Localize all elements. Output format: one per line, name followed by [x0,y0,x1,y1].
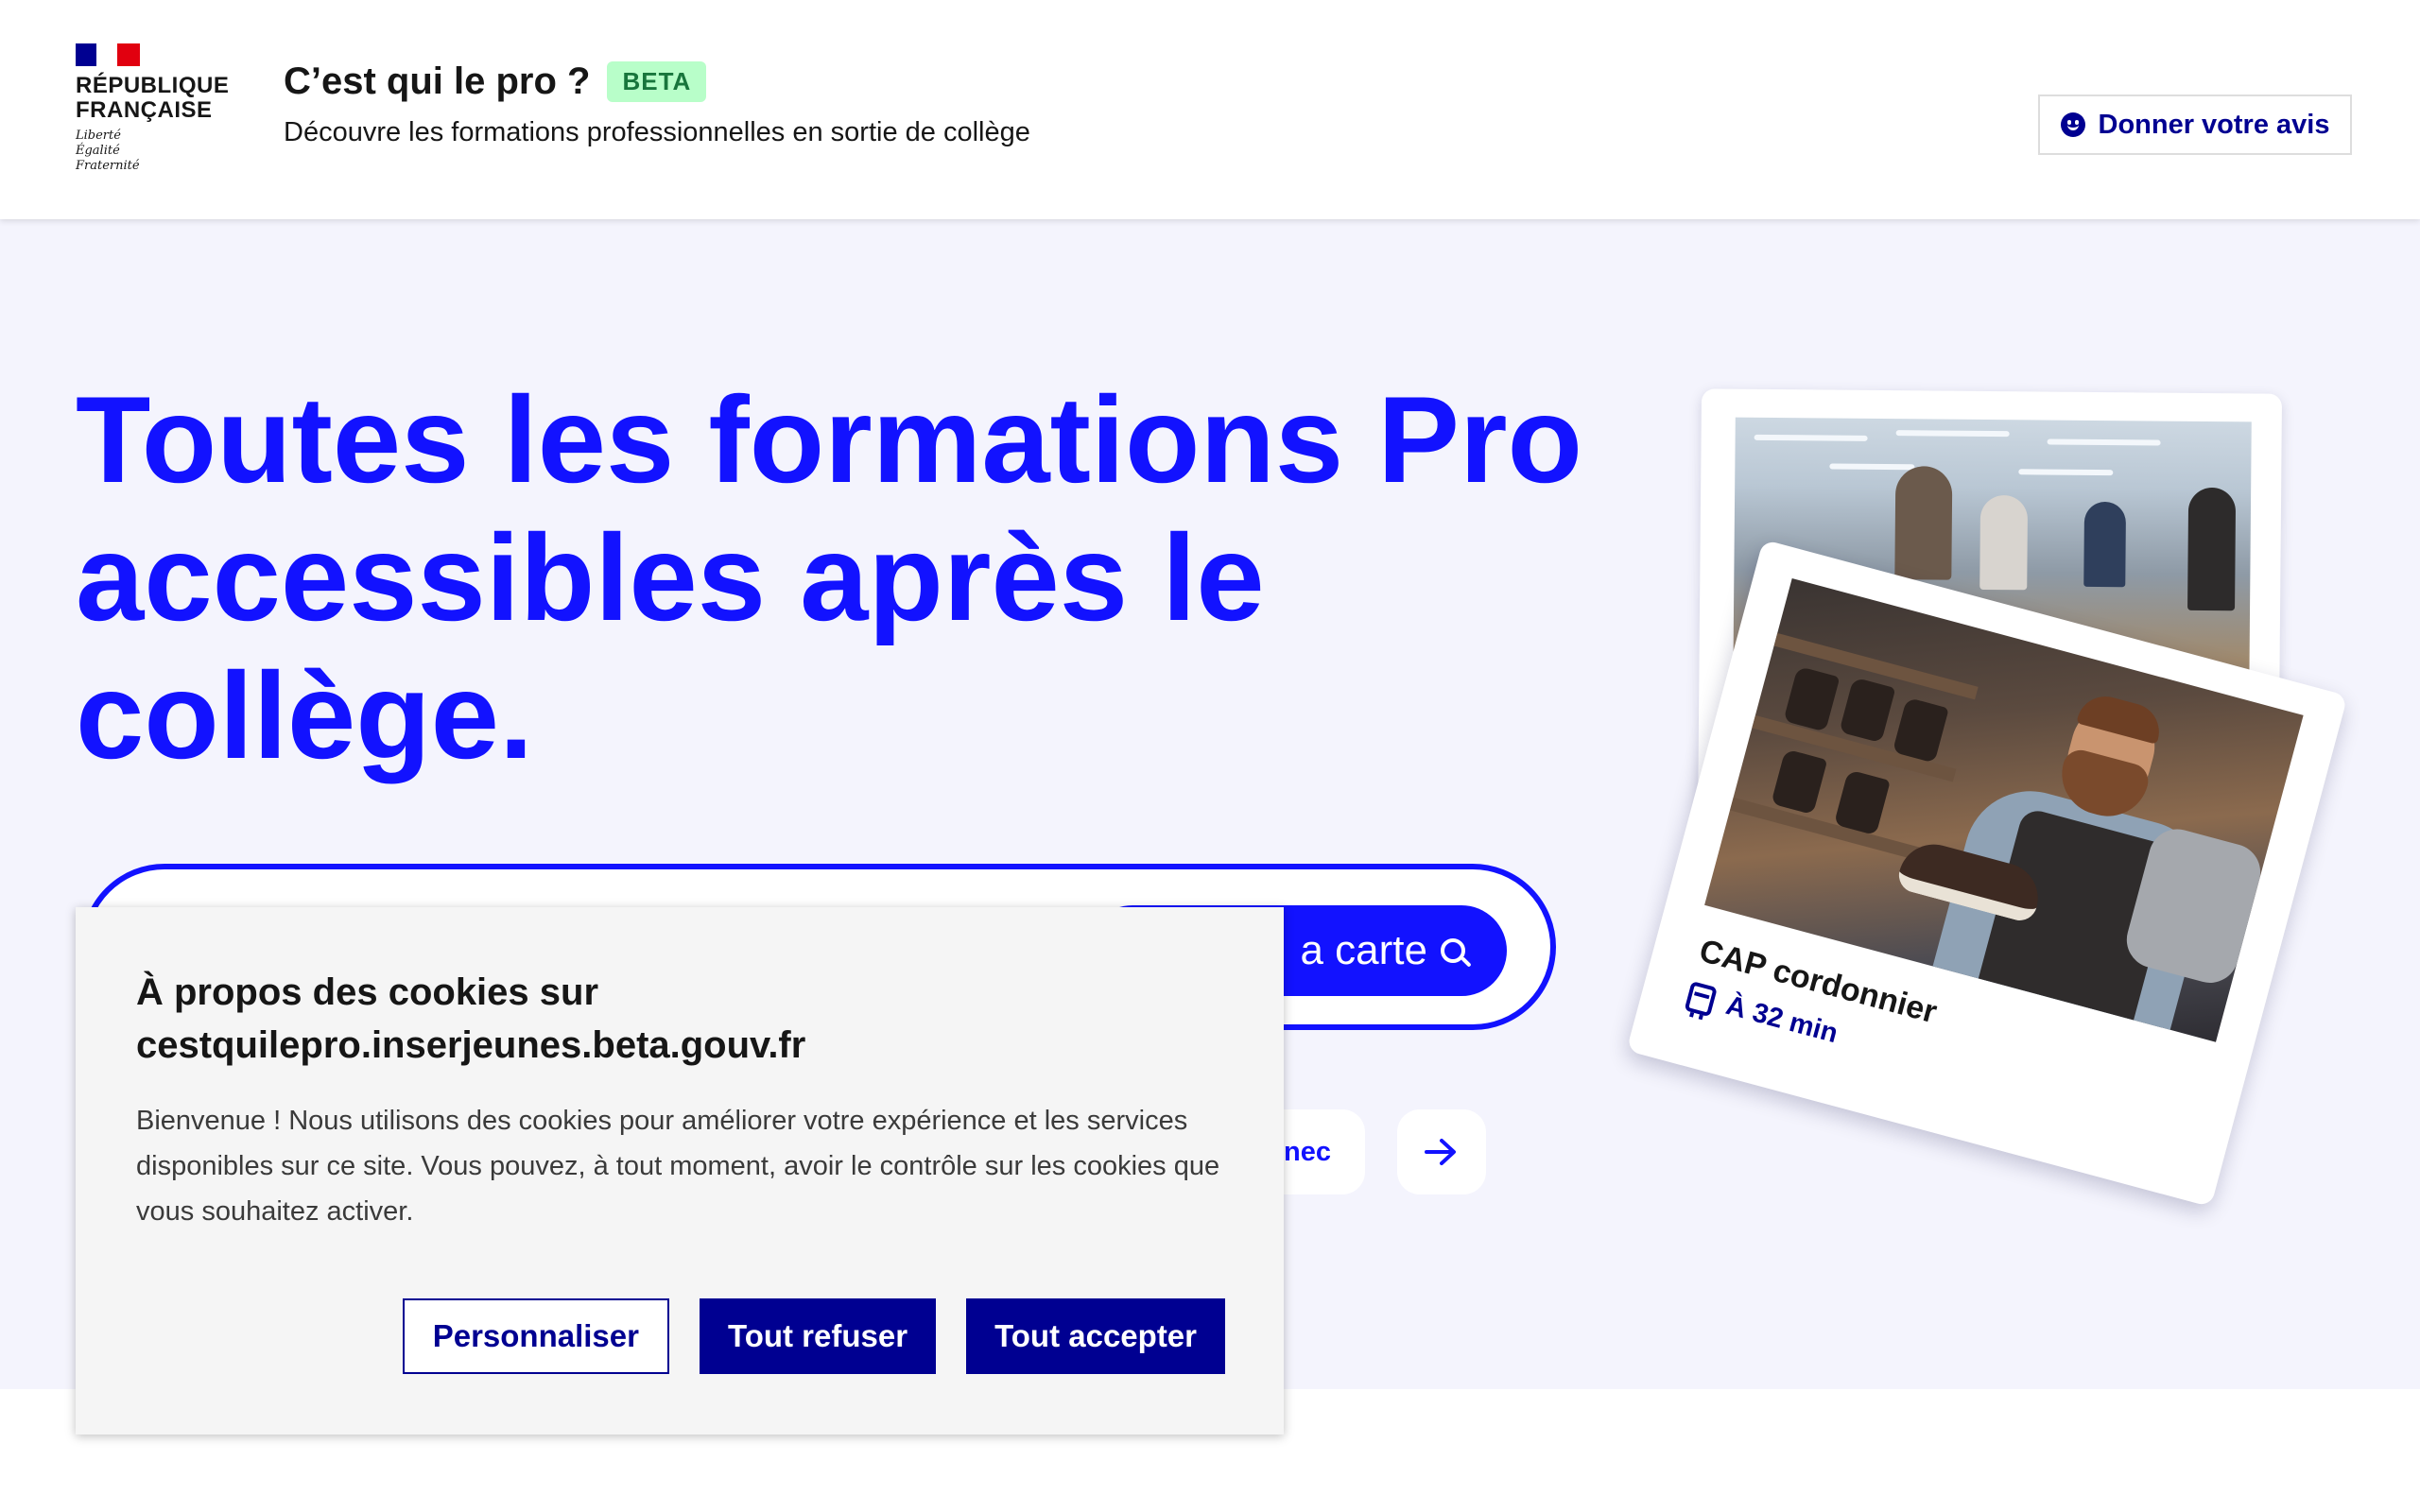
accept-all-cookies-button[interactable]: Tout accepter [966,1298,1225,1374]
site-title: C’est qui le pro ? [284,60,591,102]
beta-badge: BETA [607,61,707,102]
republic-name-line: RÉPUBLIQUE [76,73,230,98]
site-title-link[interactable]: C’est qui le pro ? BETA [284,60,707,103]
cookie-banner-actions: Personnaliser Tout refuser Tout accepter [402,1298,1225,1374]
site-header: RÉPUBLIQUE FRANÇAISE Liberté Égalité Fra… [0,0,2420,219]
motto-line: Fraternité [76,159,140,173]
motto-line: Égalité [76,144,120,158]
republic-motto: Liberté Égalité Fraternité [76,129,236,174]
republic-name: RÉPUBLIQUE FRANÇAISE [76,74,236,123]
motto-line: Liberté [76,129,121,143]
hero-title: Toutes les formations Pro accessibles ap… [76,370,1582,784]
smile-icon [2060,112,2085,137]
next-arrow-button[interactable] [1397,1109,1486,1194]
site-tagline: Découvre les formations professionnelles… [284,117,1030,147]
cookie-banner-text: Bienvenue ! Nous utilisons des cookies p… [136,1106,1220,1227]
feedback-button-label: Donner votre avis [2098,109,2330,140]
cookie-consent-banner: À propos des cookies sur cestquilepro.in… [76,907,1284,1435]
republique-francaise-logo[interactable]: RÉPUBLIQUE FRANÇAISE Liberté Égalité Fra… [76,43,236,174]
french-flag-icon [76,43,140,66]
suggestion-chip-label: inec [1275,1136,1331,1167]
search-button-label: a carte [1300,927,1427,973]
customize-cookies-button[interactable]: Personnaliser [402,1298,669,1374]
refuse-all-cookies-button[interactable]: Tout refuser [699,1298,937,1374]
arrow-right-icon [1425,1139,1456,1165]
feedback-button[interactable]: Donner votre avis [2038,94,2352,155]
search-icon [1441,938,1465,963]
republic-name-line: FRANÇAISE [76,97,213,123]
bus-icon [1684,980,1719,1017]
cookie-banner-title: À propos des cookies sur cestquilepro.in… [136,971,806,1066]
